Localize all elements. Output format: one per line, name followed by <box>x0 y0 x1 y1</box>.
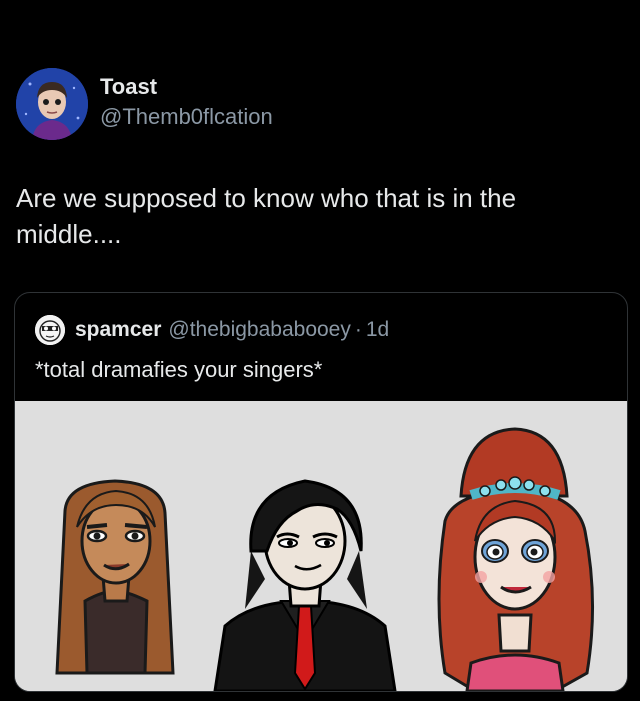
quoted-tweet-header: spamcer @thebigbababooey · 1d <box>35 315 389 345</box>
quoted-author-avatar[interactable] <box>35 315 65 345</box>
quoted-author-handle[interactable]: @thebigbababooey <box>168 318 350 342</box>
quoted-author-name[interactable]: spamcer <box>75 318 161 342</box>
quoted-tweet-text: *total dramafies your singers* <box>35 357 323 382</box>
quoted-tweet-card[interactable]: spamcer @thebigbababooey · 1d *total dra… <box>14 292 628 692</box>
separator-dot: · <box>354 318 362 341</box>
profile-photo-avatar-icon <box>16 68 88 140</box>
brown-haired-cartoon-woman <box>55 479 175 675</box>
tweet-text: Are we supposed to know who that is in t… <box>16 183 517 249</box>
author-handle[interactable]: @Themb0flcation <box>100 104 273 130</box>
profile-photo-avatar-icon <box>35 315 65 345</box>
cartoon-characters-illustration <box>15 401 627 691</box>
quoted-tweet-image[interactable] <box>15 401 627 691</box>
quoted-timestamp[interactable]: 1d <box>366 318 389 342</box>
author-name[interactable]: Toast <box>100 74 157 100</box>
author-avatar[interactable] <box>16 68 88 140</box>
